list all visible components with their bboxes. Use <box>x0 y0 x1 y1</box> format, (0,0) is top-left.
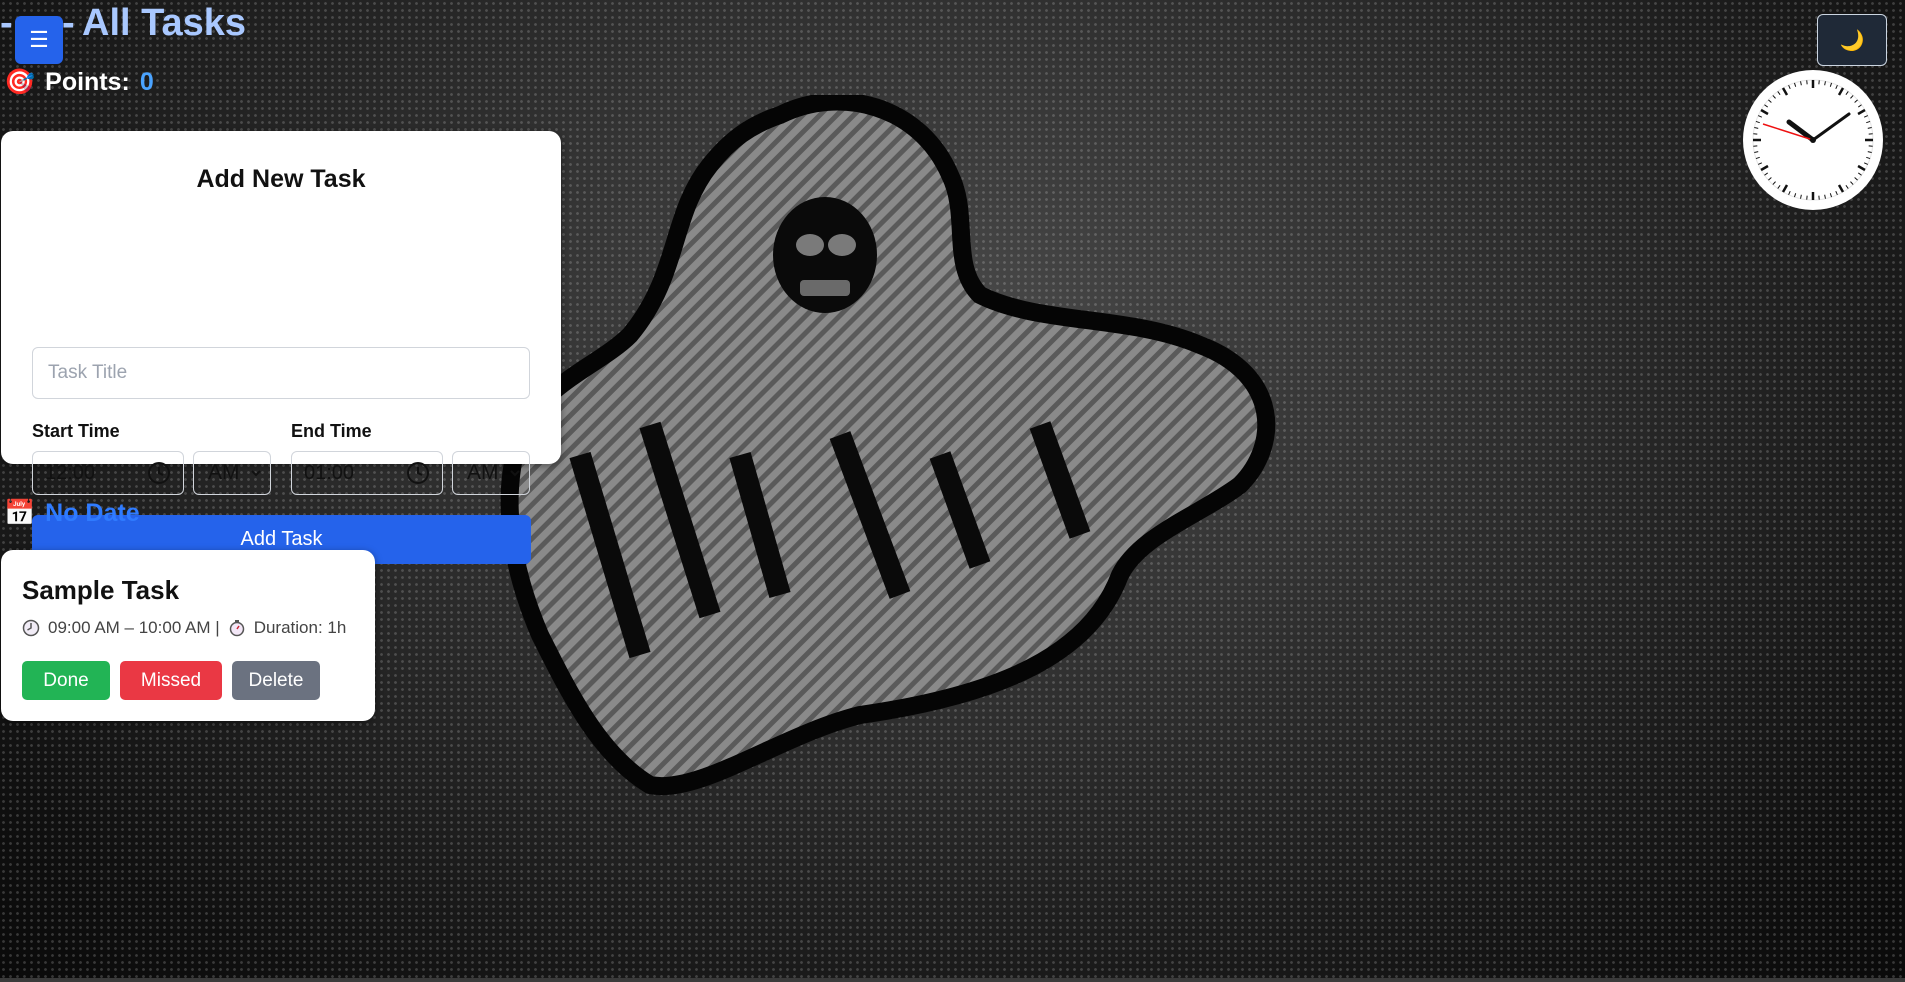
analog-clock <box>1743 70 1883 210</box>
task-card: Sample Task 09:00 AM – 10:00 AM | Durati… <box>1 550 375 721</box>
hamburger-icon: ☰ <box>29 27 49 52</box>
menu-button[interactable]: ☰ <box>15 16 63 64</box>
clock-icon <box>148 462 170 484</box>
task-duration: Duration: 1h <box>253 618 347 637</box>
chevron-down-icon <box>510 470 520 477</box>
points-label: Points: <box>45 68 130 96</box>
add-task-card: Add New Task Start Time 12:00 AM End Tim… <box>1 131 561 564</box>
start-time-value: 12:00 <box>45 461 96 484</box>
stopwatch-icon <box>229 620 244 637</box>
start-time-label: Start Time <box>32 421 120 441</box>
start-period-value: AM <box>208 461 240 484</box>
chevron-down-icon <box>251 470 261 477</box>
end-time-input[interactable]: 01:00 <box>291 451 443 495</box>
moon-icon: 🌙 <box>1839 29 1865 52</box>
title-decoration: - <box>62 2 75 44</box>
clock-icon <box>22 619 40 637</box>
end-time-value: 01:00 <box>304 461 355 484</box>
delete-button[interactable]: Delete <box>232 661 320 700</box>
start-time-input[interactable]: 12:00 <box>32 451 184 495</box>
start-period-select[interactable]: AM <box>193 451 271 495</box>
end-time-label: End Time <box>291 421 372 441</box>
page-title: All Tasks <box>82 2 247 44</box>
done-button[interactable]: Done <box>22 661 110 700</box>
bottom-bar <box>0 978 1905 982</box>
points-display: 🎯 Points: 0 <box>4 68 154 97</box>
title-decoration: - <box>0 2 13 44</box>
task-meta: 09:00 AM – 10:00 AM | Duration: 1h <box>22 618 346 638</box>
task-title-input[interactable] <box>32 347 530 399</box>
clock-icon <box>407 462 429 484</box>
end-period-select[interactable]: AM <box>452 451 530 495</box>
target-icon: 🎯 <box>4 68 36 96</box>
missed-button[interactable]: Missed <box>120 661 222 700</box>
add-task-heading: Add New Task <box>196 165 366 193</box>
background-ghost-graphic <box>500 95 1276 796</box>
date-group-label: No Date <box>45 499 140 527</box>
date-group-header: 📅 No Date <box>4 499 140 528</box>
end-period-value: AM <box>467 461 499 484</box>
task-title: Sample Task <box>22 575 180 605</box>
task-time-range: 09:00 AM – 10:00 AM | <box>48 618 220 637</box>
calendar-icon: 📅 <box>4 499 36 527</box>
points-value: 0 <box>139 68 154 96</box>
theme-toggle-button[interactable]: 🌙 <box>1817 14 1887 66</box>
